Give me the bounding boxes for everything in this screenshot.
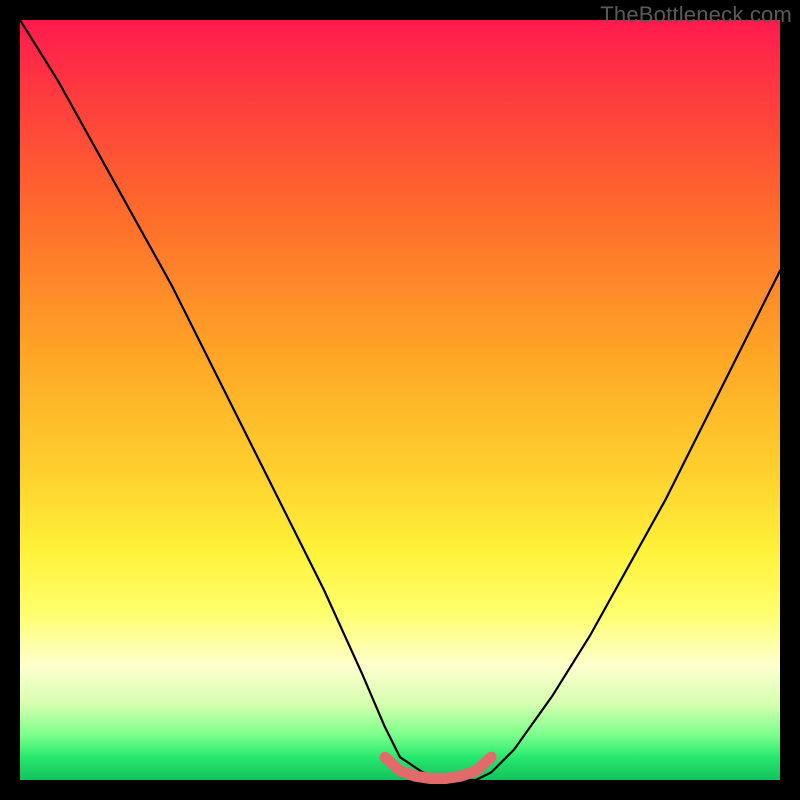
chart-frame: TheBottleneck.com <box>0 0 800 800</box>
valley-highlight-path <box>385 757 491 778</box>
watermark-text: TheBottleneck.com <box>600 2 792 28</box>
chart-svg <box>20 20 780 780</box>
chart-plot-area <box>20 20 780 780</box>
bottleneck-curve-path <box>20 20 780 780</box>
